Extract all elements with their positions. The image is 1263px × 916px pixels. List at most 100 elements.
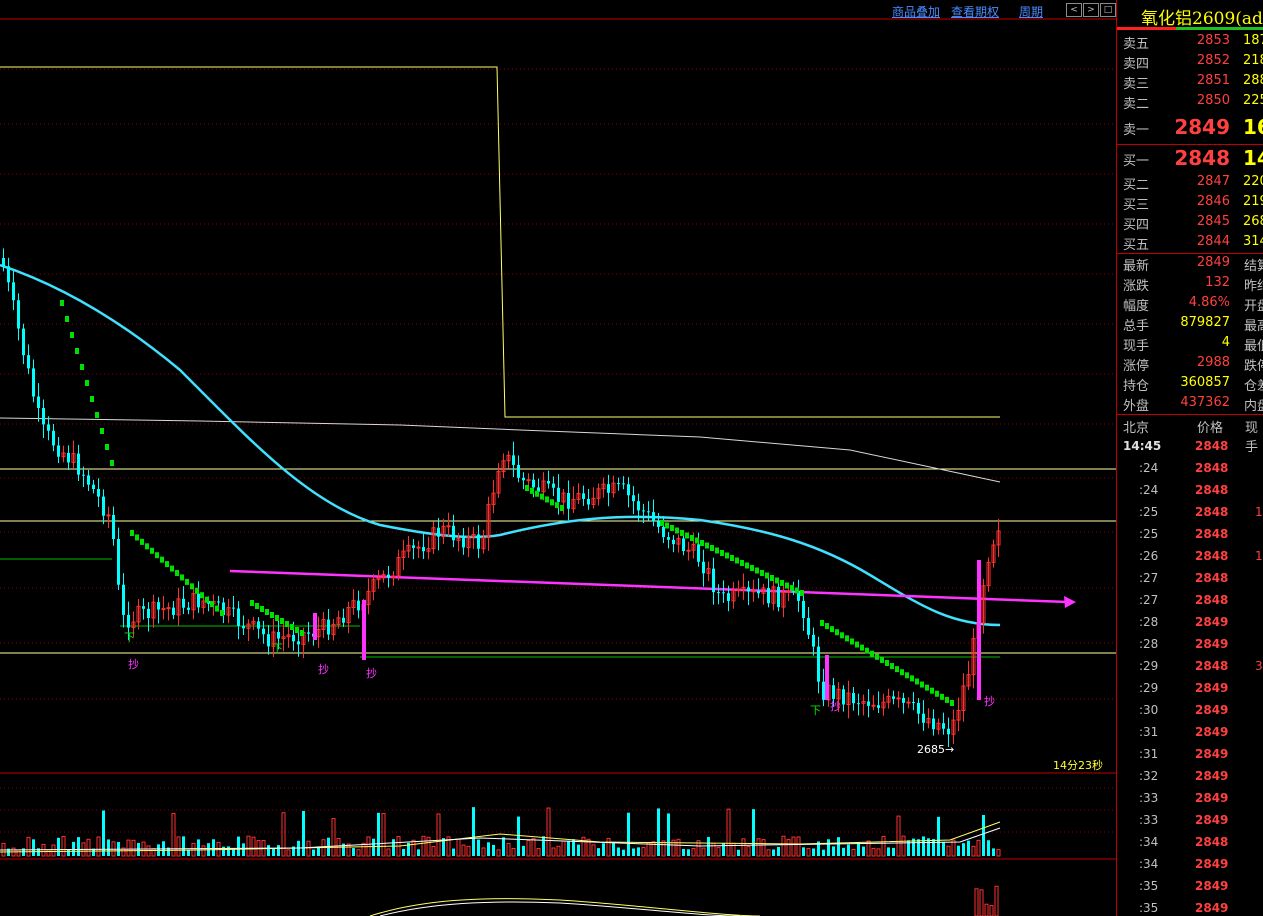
volume-bar bbox=[881, 835, 886, 857]
trail-dot bbox=[710, 545, 714, 551]
trail-dot bbox=[840, 632, 844, 639]
candle-body bbox=[942, 723, 945, 729]
trail-dot bbox=[665, 522, 669, 529]
trail-dot bbox=[695, 537, 699, 544]
volume-bar bbox=[606, 837, 611, 857]
overlay-link[interactable]: 商品叠加 bbox=[892, 3, 940, 20]
period-link[interactable]: 周期 bbox=[1019, 3, 1043, 20]
volume-bar bbox=[862, 846, 865, 856]
trail-dot bbox=[745, 562, 749, 569]
ask-row-3[interactable]: 卖三 2851 288 bbox=[1117, 73, 1263, 93]
ticks-header-time: 北京 bbox=[1123, 421, 1150, 436]
candle-body bbox=[802, 600, 805, 618]
candle-body bbox=[822, 681, 825, 700]
ma-mid bbox=[0, 263, 1001, 627]
bid-row-5[interactable]: 买五 2844 314 bbox=[1117, 234, 1263, 254]
volume-bar bbox=[281, 812, 286, 857]
trail-dot bbox=[190, 583, 194, 590]
kline-svg[interactable]: 抄抄抄抄 抄下下下 bbox=[0, 0, 1116, 916]
ask-row-1[interactable]: 卖一 2849 16 bbox=[1117, 115, 1263, 141]
volume-bar bbox=[176, 836, 181, 857]
tick-row: :30 2849 bbox=[1117, 703, 1263, 725]
trail-dot bbox=[270, 612, 274, 618]
bid-price: 2847 bbox=[1196, 174, 1230, 189]
contract-title[interactable]: 氧化铝2609(ad bbox=[1117, 0, 1263, 30]
candle-body bbox=[587, 498, 590, 505]
options-link[interactable]: 查看期权 bbox=[951, 3, 999, 20]
candle-body bbox=[637, 501, 640, 511]
ask-price: 2852 bbox=[1196, 53, 1230, 68]
candle-body bbox=[161, 608, 166, 611]
volume-bar bbox=[707, 836, 710, 856]
tick-row: :31 2849 bbox=[1117, 747, 1263, 769]
tick-time: :26 bbox=[1139, 549, 1159, 563]
candle-body bbox=[857, 703, 860, 705]
volume-bar bbox=[331, 818, 336, 857]
trail-dot bbox=[755, 567, 759, 574]
bid-row-2[interactable]: 买二 2847 220 bbox=[1117, 174, 1263, 194]
tick-price: 2848 bbox=[1195, 659, 1229, 673]
volume-bar bbox=[86, 838, 91, 857]
candle-body bbox=[217, 601, 220, 603]
bid-row-4[interactable]: 买四 2845 268 bbox=[1117, 214, 1263, 234]
volume-bar bbox=[232, 849, 235, 856]
trail-dot bbox=[700, 540, 704, 546]
ask-row-4[interactable]: 卖四 2852 218 bbox=[1117, 53, 1263, 73]
tick-row: :28 2849 bbox=[1117, 637, 1263, 659]
trail-dot bbox=[95, 412, 99, 418]
ask-row-5[interactable]: 卖五 2853 187 bbox=[1117, 33, 1263, 53]
candle-body bbox=[12, 282, 15, 301]
candle-body bbox=[187, 607, 190, 610]
stat-row-pct: 幅度 4.86% 开盘 bbox=[1117, 295, 1263, 315]
trail-dot bbox=[940, 693, 944, 700]
candle-body bbox=[662, 526, 665, 538]
bid-row-1[interactable]: 买一 2848 14 bbox=[1117, 146, 1263, 172]
bid-row-3[interactable]: 买三 2846 219 bbox=[1117, 194, 1263, 214]
volume-bar bbox=[612, 841, 615, 856]
trail-dot bbox=[780, 580, 784, 586]
volume-bar bbox=[627, 812, 630, 856]
trail-dot bbox=[920, 681, 924, 688]
tick-time: :25 bbox=[1139, 527, 1159, 541]
candle-body bbox=[157, 602, 160, 610]
volume-bar bbox=[617, 847, 620, 856]
tick-row: :27 2848 bbox=[1117, 593, 1263, 615]
volume-bar bbox=[151, 848, 156, 857]
trail-dot bbox=[845, 635, 849, 642]
tick-time: :34 bbox=[1139, 835, 1159, 849]
volume-bar bbox=[272, 848, 275, 856]
trail-dot bbox=[545, 496, 549, 503]
candle-body bbox=[7, 266, 10, 283]
tick-price: 2849 bbox=[1195, 791, 1229, 805]
volume-bar bbox=[822, 849, 825, 856]
next-button[interactable]: > bbox=[1083, 3, 1099, 17]
candle-body bbox=[567, 493, 570, 509]
tick-vol: 1 bbox=[1255, 505, 1263, 519]
volume-bar bbox=[701, 847, 706, 857]
ask-row-2[interactable]: 卖二 2850 225 bbox=[1117, 93, 1263, 113]
trail-dot bbox=[895, 666, 899, 673]
maximize-button[interactable]: □ bbox=[1100, 3, 1116, 17]
tick-time: :35 bbox=[1139, 879, 1159, 893]
candle-body bbox=[122, 584, 125, 615]
candle-body bbox=[2, 258, 5, 267]
tick-time: :27 bbox=[1139, 593, 1159, 607]
stat-row-limit: 涨停 2988 跌停 bbox=[1117, 355, 1263, 375]
down-signal-label: 下 bbox=[810, 704, 821, 717]
volume-bar bbox=[832, 846, 835, 856]
volume-bar bbox=[392, 839, 395, 856]
prev-button[interactable]: < bbox=[1066, 3, 1082, 17]
volume-bar bbox=[922, 836, 925, 856]
kline-chart[interactable]: 抄抄抄抄抄下下下 商品叠加 查看期权 周期 < > □ 2685→ 14分23秒 bbox=[0, 0, 1116, 916]
volume-bar bbox=[381, 813, 386, 857]
trail-dot bbox=[290, 624, 294, 630]
signal-bar bbox=[825, 655, 829, 700]
candle-body bbox=[237, 608, 240, 626]
volume-bar bbox=[511, 848, 516, 857]
trail-dot bbox=[690, 535, 694, 541]
ask-vol: 187 bbox=[1243, 33, 1263, 48]
volume-bar bbox=[32, 839, 35, 856]
volume-bar bbox=[182, 836, 185, 856]
candle-body bbox=[526, 479, 531, 482]
volume-bar bbox=[361, 842, 366, 857]
